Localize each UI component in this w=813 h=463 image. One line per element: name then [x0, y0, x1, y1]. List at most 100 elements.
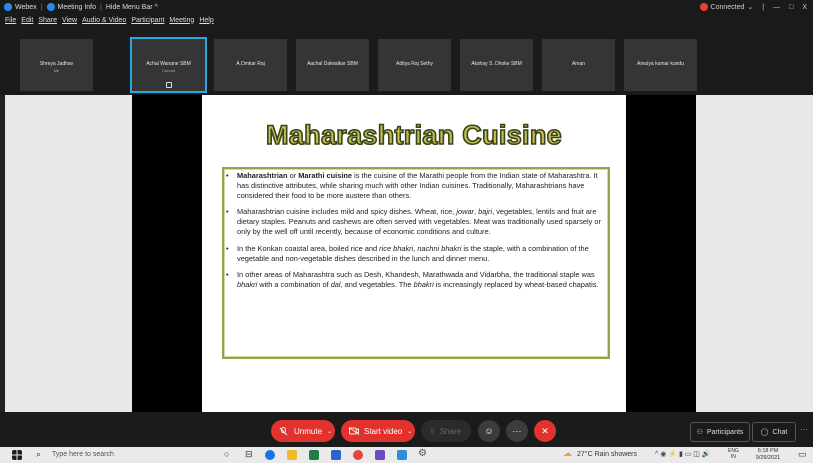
clock-time: 6:18 PM	[757, 448, 779, 454]
edge-browser-icon[interactable]	[265, 450, 275, 460]
overflow-menu-button[interactable]: ···	[800, 425, 808, 434]
webex-icon	[4, 3, 12, 11]
stage-margin-right	[696, 95, 813, 412]
taskbar-search-input[interactable]: Type here to search	[52, 451, 114, 458]
system-tray-icons[interactable]: ^ ◉ ⚡ ▮ ▭ ◫ 🔊	[655, 450, 711, 458]
weather-icon: ☁	[563, 448, 572, 458]
windows-start-icon[interactable]	[12, 450, 22, 460]
participant-tile[interactable]: Aachal Dalwalkar SBM	[296, 39, 369, 91]
bullet-marker: •	[226, 243, 229, 253]
bullet-paragraph: • Maharashtrian cuisine includes mild an…	[226, 207, 606, 236]
text-span: with a combination of	[257, 280, 331, 290]
chat-panel-button[interactable]: ◯ Chat	[752, 422, 796, 442]
stage-margin-left	[5, 95, 132, 412]
bullet-paragraph: • In the Konkan coastal area, boiled ric…	[226, 244, 606, 264]
menu-participant[interactable]: Participant	[131, 17, 164, 24]
participant-name: Aditya Raj Sethy	[396, 61, 433, 67]
smiley-icon: ☺	[484, 426, 494, 436]
share-icon: ⇪	[429, 426, 436, 436]
reactions-button[interactable]: ☺	[478, 420, 500, 442]
file-explorer-icon[interactable]	[287, 450, 297, 460]
slide-bullets: • Maharashtrian or Marathi cuisine is th…	[226, 171, 606, 297]
chat-bubble-icon: ◯	[760, 429, 769, 436]
participant-tile[interactable]: Akshay S. Dhoke SBM	[460, 39, 533, 91]
participant-strip: Shreya Jadhav Me Achal Wanane SBM Cohost…	[0, 29, 813, 93]
italic-term: bhakri	[237, 280, 258, 290]
minimize-button[interactable]: —	[773, 4, 780, 11]
meeting-info-label: Meeting Info	[57, 3, 97, 11]
more-options-button[interactable]: ···	[506, 420, 528, 442]
unmute-label: Unmute	[294, 426, 323, 436]
participant-tile[interactable]: Amulya kumar kundu	[624, 39, 697, 91]
person-icon: ⚇	[696, 429, 703, 436]
share-label: Share	[439, 426, 462, 436]
bold-term: Marathi cuisine	[298, 171, 353, 180]
clock[interactable]: 6:18 PM 9/29/2021	[748, 448, 788, 461]
participant-name: Akshay S. Dhoke SBM	[471, 61, 522, 67]
ellipsis-icon: ···	[512, 426, 522, 436]
leave-meeting-button[interactable]: ✕	[534, 420, 556, 442]
title-bar: Webex | Meeting Info | Hide Menu Bar ^ C…	[0, 0, 813, 14]
participant-name: Amulya kumar kundu	[637, 61, 684, 67]
separator: |	[40, 3, 43, 11]
clock-date: 9/29/2021	[755, 454, 781, 461]
menu-help[interactable]: Help	[199, 17, 213, 24]
participant-tile[interactable]: A.Omkar Raj	[214, 39, 287, 91]
menu-share[interactable]: Share	[38, 17, 57, 24]
cortana-icon[interactable]: ○	[224, 449, 229, 459]
slide-title: Maharashtrian Cuisine	[265, 119, 562, 151]
excel-icon[interactable]	[309, 450, 319, 460]
participant-tile[interactable]: Aditya Raj Sethy	[378, 39, 451, 91]
unmute-button[interactable]: Unmute ⌄	[271, 420, 335, 442]
italic-term: bajri	[478, 207, 493, 217]
menu-edit[interactable]: Edit	[21, 17, 33, 24]
letterbox-right	[626, 95, 696, 412]
italic-term: bhakri	[413, 280, 434, 290]
share-button[interactable]: ⇪ Share	[421, 420, 471, 442]
weather-status[interactable]: 27°C Rain showers	[577, 451, 637, 458]
lang-secondary: IN	[730, 454, 736, 460]
menu-meeting[interactable]: Meeting	[169, 17, 194, 24]
letterbox-left	[132, 95, 202, 412]
webex-app[interactable]: Webex	[4, 3, 37, 11]
participants-label: Participants	[706, 428, 744, 436]
italic-term: rice bhakri	[379, 243, 414, 253]
mail-icon[interactable]	[331, 450, 341, 460]
menu-view[interactable]: View	[62, 17, 77, 24]
text-span: In the Konkan coastal area, boiled rice …	[237, 243, 380, 253]
bullet-marker: •	[226, 270, 229, 280]
task-view-icon[interactable]: ⊟	[245, 449, 253, 460]
participant-tile[interactable]: Aman	[542, 39, 615, 91]
window-controls: Connected ⌄ | — □ X	[699, 0, 807, 14]
connection-status[interactable]: Connected ⌄	[699, 3, 754, 11]
menu-audio-video[interactable]: Audio & Video	[82, 17, 126, 24]
language-indicator[interactable]: ENG IN	[728, 448, 739, 460]
close-button[interactable]: X	[802, 4, 807, 11]
meeting-info-button[interactable]: Meeting Info	[46, 3, 97, 11]
participant-tile[interactable]: Shreya Jadhav Me	[20, 39, 93, 91]
hide-menu-bar-button[interactable]: Hide Menu Bar ^	[106, 4, 158, 11]
chat-label: Chat	[772, 428, 788, 436]
start-video-button[interactable]: Start video ⌄	[341, 420, 415, 442]
chrome-icon[interactable]	[353, 450, 363, 460]
participants-panel-button[interactable]: ⚇ Participants	[690, 422, 750, 442]
chevron-down-icon: ⌄	[327, 428, 333, 435]
webex-taskbar-icon[interactable]	[397, 450, 407, 460]
close-icon: ✕	[541, 425, 549, 436]
bullet-marker: •	[226, 171, 229, 180]
notification-icon[interactable]: ▭	[798, 449, 807, 460]
menu-file[interactable]: File	[5, 17, 16, 24]
teams-icon[interactable]	[375, 450, 385, 460]
app-name: Webex	[15, 3, 37, 11]
connected-label: Connected	[710, 3, 745, 11]
participant-name: Aachal Dalwalkar SBM	[307, 61, 358, 67]
bullet-marker: •	[226, 207, 229, 217]
settings-gear-icon[interactable]: ⚙	[418, 448, 427, 459]
maximize-button[interactable]: □	[789, 4, 793, 11]
italic-term: nachni bhakri	[417, 243, 462, 253]
text-span: In other areas of Maharashtra such as De…	[237, 270, 595, 280]
windows-taskbar: ⌕ Type here to search ○ ⊟ ⚙ ☁ 27°C Rain …	[0, 447, 813, 463]
participant-tile-active[interactable]: Achal Wanane SBM Cohost	[130, 37, 207, 93]
divider: |	[762, 3, 765, 11]
chevron-down-icon: ⌄	[747, 4, 754, 11]
